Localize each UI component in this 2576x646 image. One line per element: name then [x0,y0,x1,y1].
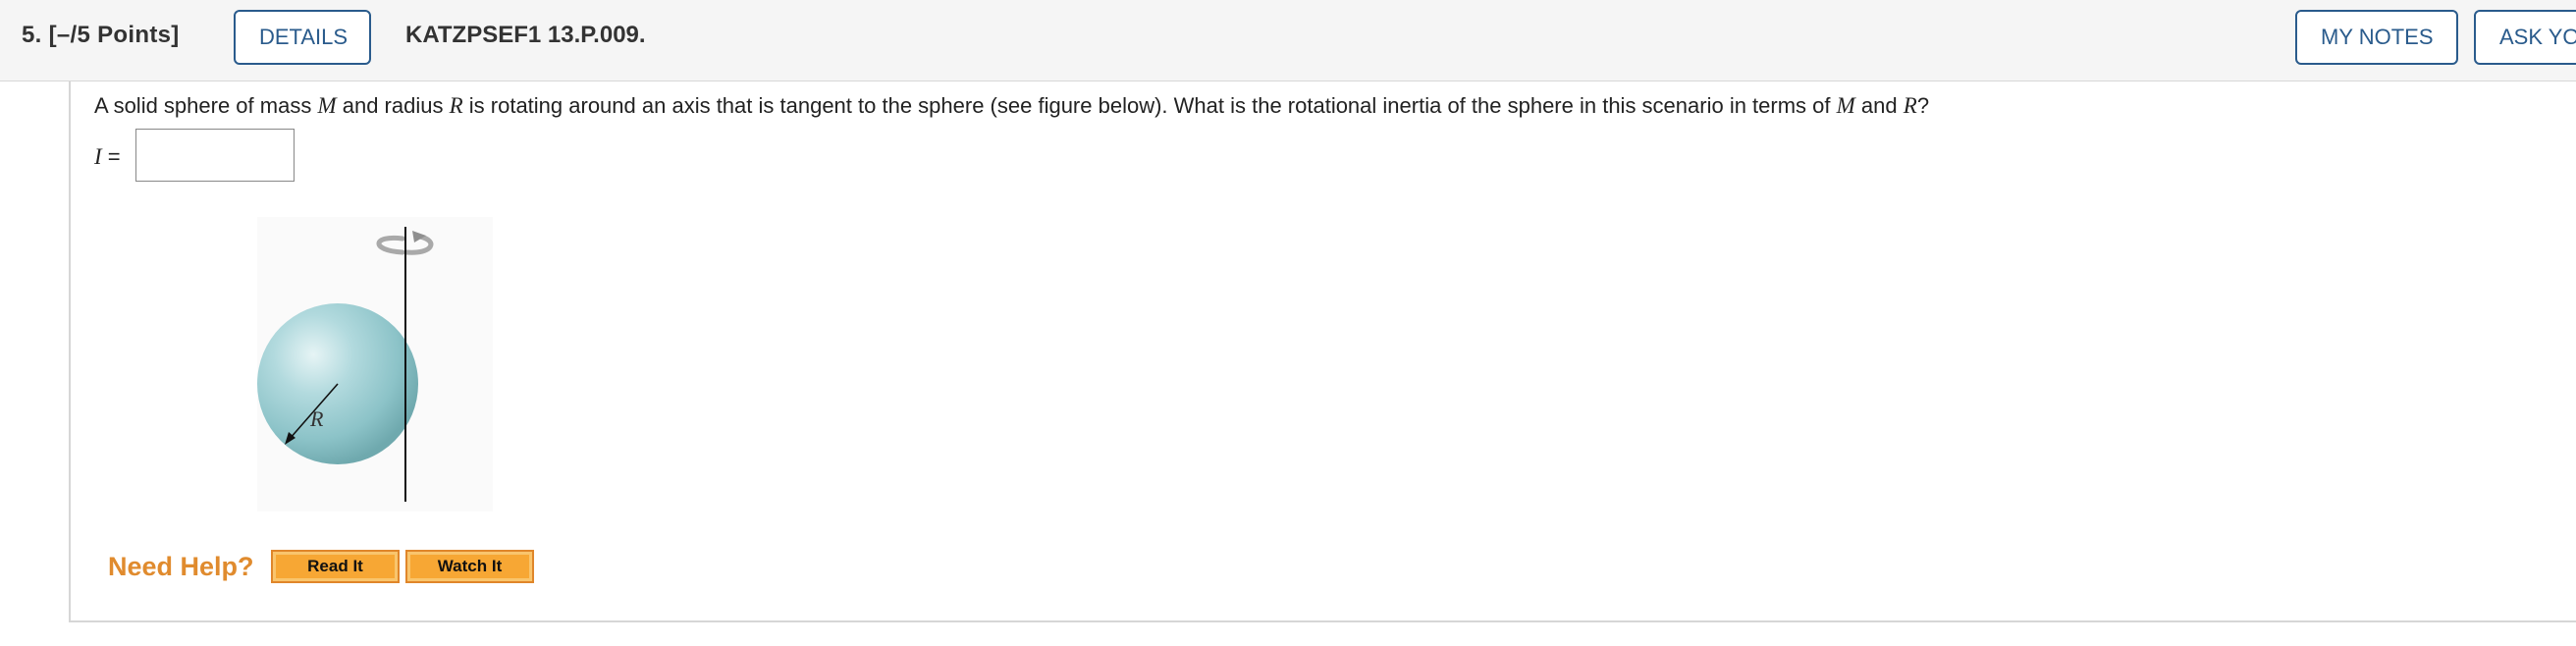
my-notes-button[interactable]: MY NOTES [2295,10,2458,65]
answer-input[interactable] [135,129,295,182]
answer-label: I = [94,144,121,170]
question-number: 5. [22,22,42,48]
read-it-button[interactable]: Read It [271,550,400,583]
question-text: A solid sphere of mass M and radius R is… [94,93,1929,119]
radius-variable: R [449,93,463,118]
need-help-label: Need Help? [108,552,254,581]
question-body: A solid sphere of mass M and radius R is… [69,81,2576,622]
mass-variable: M [1836,93,1855,118]
inertia-variable: I [94,144,102,169]
question-text-part: ? [1916,93,1930,118]
problem-code: KATZPSEF1 13.P.009. [405,22,646,48]
question-text-part: A solid sphere of mass [94,93,318,118]
question-header: 5. [–/5 Points] DETAILS KATZPSEF1 13.P.0… [0,0,2576,81]
question-number-points: 5. [–/5 Points] [22,22,180,49]
details-button[interactable]: DETAILS [234,10,371,65]
question-text-part: and [1854,93,1904,118]
radius-variable: R [1903,93,1917,118]
question-text-part: is rotating around an axis that is tange… [462,93,1837,118]
watch-it-button[interactable]: Watch It [405,550,534,583]
sphere-diagram: R [257,217,493,511]
mass-variable: M [317,93,337,118]
sphere-figure: R [257,217,493,511]
radius-label: R [309,406,324,431]
ask-your-teacher-button[interactable]: ASK YOUR TEACHER [2474,10,2576,65]
equals-sign: = [101,144,121,169]
question-text-part: and radius [336,93,450,118]
points-label: [–/5 Points] [48,22,180,48]
